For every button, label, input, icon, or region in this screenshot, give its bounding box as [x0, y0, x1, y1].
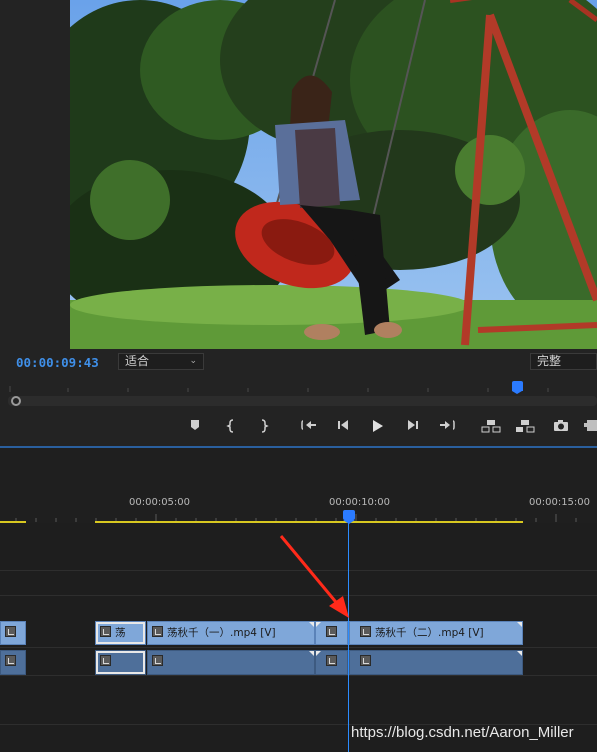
ruler-label-15s: 00:00:15:00 [529, 497, 591, 508]
work-area-bar-left[interactable] [0, 521, 26, 523]
scrub-start-handle[interactable] [11, 396, 21, 406]
monitor-scrub-bar[interactable] [8, 396, 597, 406]
monitor-mini-ruler [9, 386, 549, 392]
video-clip-label: 荡 [115, 627, 126, 639]
playhead-timecode[interactable]: 00:00:09:43 [16, 355, 99, 370]
fx-badge-icon [100, 626, 111, 637]
go-to-out-button[interactable] [436, 417, 458, 435]
video-preview [70, 0, 597, 349]
fx-badge-icon [5, 655, 16, 666]
marker-icon [191, 420, 199, 430]
timeline-panel: 00:00:05:00 00:00:10:00 00:00:15:00 荡 荡秋… [0, 446, 597, 752]
more-controls-icon [583, 420, 597, 431]
step-back-button[interactable] [332, 417, 354, 435]
playback-resolution-select[interactable]: 完整 [530, 353, 597, 370]
clip-end-marker-icon [517, 622, 522, 627]
program-monitor: 00:00:09:43 适合 ⌄ 完整 [0, 0, 597, 446]
track-divider [0, 570, 597, 571]
step-forward-icon [408, 420, 418, 430]
watermark-url: https://blog.csdn.net/Aaron_Miller [351, 724, 574, 741]
track-divider [0, 595, 597, 596]
mark-out-icon [261, 419, 269, 433]
audio-clip[interactable] [147, 650, 315, 675]
go-to-in-icon [301, 420, 316, 430]
timeline-playhead-icon[interactable] [343, 510, 355, 524]
audio-clip-selected[interactable] [95, 650, 146, 675]
mark-in-icon [226, 419, 234, 433]
track-divider [0, 647, 597, 648]
video-clip[interactable] [315, 621, 348, 645]
clip-end-marker-icon [309, 651, 314, 656]
clip-start-marker-icon [316, 622, 321, 627]
extract-icon [516, 420, 535, 433]
clip-end-marker-icon [517, 651, 522, 656]
step-forward-button[interactable] [402, 417, 424, 435]
video-clip-selected[interactable]: 荡 [95, 621, 146, 645]
go-to-in-button[interactable] [298, 417, 320, 435]
mark-in-button[interactable] [220, 417, 242, 435]
audio-clip[interactable] [349, 650, 523, 675]
transport-controls [0, 417, 597, 435]
zoom-level-select[interactable]: 适合 ⌄ [118, 353, 204, 370]
play-button[interactable] [366, 417, 388, 435]
export-frame-button[interactable] [550, 417, 572, 435]
extract-button[interactable] [514, 417, 536, 435]
audio-clip[interactable] [0, 650, 26, 675]
add-marker-button[interactable] [184, 417, 206, 435]
video-clip-label: 荡秋千（二）.mp4 [V] [375, 627, 484, 639]
fx-badge-icon [360, 626, 371, 637]
fx-badge-icon [5, 626, 16, 637]
video-clip[interactable] [0, 621, 26, 645]
work-area-bar[interactable] [95, 521, 523, 523]
button-editor-overflow[interactable] [582, 417, 597, 435]
time-ruler[interactable]: 00:00:05:00 00:00:10:00 00:00:15:00 [0, 448, 597, 523]
clip-end-marker-icon [309, 622, 314, 627]
audio-clip[interactable] [315, 650, 348, 675]
ruler-label-10s: 00:00:10:00 [329, 497, 391, 508]
lift-button[interactable] [480, 417, 502, 435]
fx-badge-icon [360, 655, 371, 666]
camera-icon [554, 420, 568, 431]
chevron-down-icon: ⌄ [189, 356, 197, 366]
fx-badge-icon [326, 655, 337, 666]
track-divider [0, 675, 597, 676]
step-back-icon [338, 420, 348, 430]
video-frame-image [70, 0, 597, 349]
video-clip[interactable]: 荡秋千（一）.mp4 [V] [147, 621, 315, 645]
go-to-out-icon [440, 420, 455, 430]
mark-out-button[interactable] [253, 417, 275, 435]
zoom-level-value: 适合 [125, 354, 150, 368]
play-icon [373, 420, 383, 432]
monitor-playhead-icon[interactable] [512, 381, 523, 394]
video-clip-label: 荡秋千（一）.mp4 [V] [167, 627, 276, 639]
playback-resolution-value: 完整 [537, 354, 562, 368]
fx-badge-icon [152, 626, 163, 637]
video-clip[interactable]: 荡秋千（二）.mp4 [V] [349, 621, 523, 645]
lift-icon [481, 420, 501, 433]
ruler-label-5s: 00:00:05:00 [129, 497, 191, 508]
fx-badge-icon [326, 626, 337, 637]
clip-start-marker-icon [316, 651, 321, 656]
timeline-playhead-line[interactable] [348, 522, 349, 752]
fx-badge-icon [152, 655, 163, 666]
fx-badge-icon [100, 655, 111, 666]
